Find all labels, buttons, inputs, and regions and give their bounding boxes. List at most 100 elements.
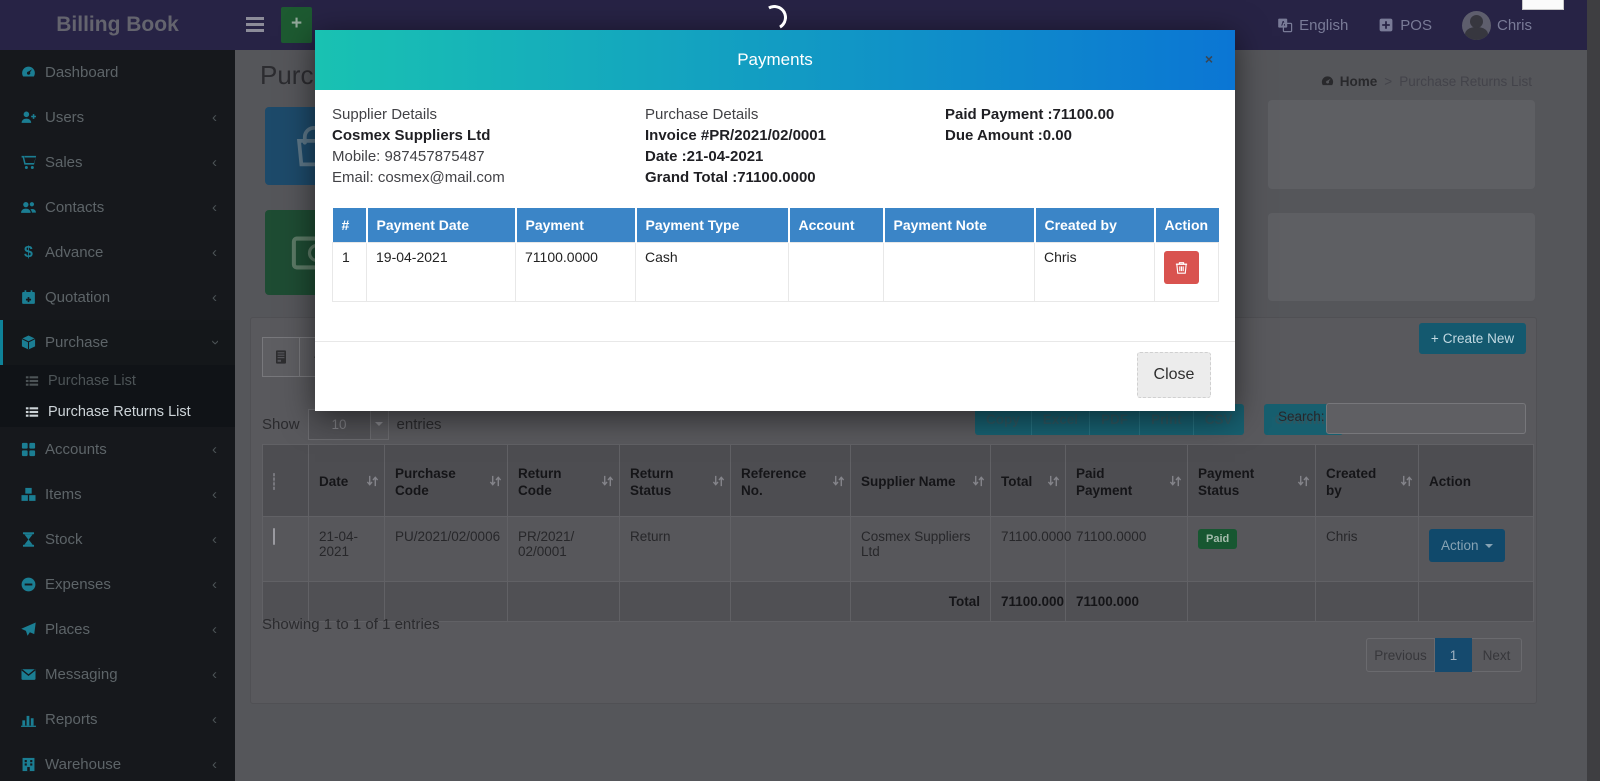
col-payment-status[interactable]: PaymentStatus — [1188, 445, 1316, 517]
delete-payment-button[interactable] — [1164, 251, 1199, 284]
trash-icon — [1174, 260, 1189, 275]
search-label: Search: — [1278, 409, 1325, 424]
purchase-details-heading: Purchase Details — [645, 104, 826, 125]
next-page-button[interactable]: Next — [1472, 638, 1522, 672]
close-button[interactable]: Close — [1137, 352, 1211, 398]
user-plus-icon — [20, 109, 37, 126]
show-label: Show — [262, 416, 300, 433]
dashboard-icon — [20, 64, 37, 81]
paid-payment: Paid Payment :71100.00 — [945, 104, 1114, 125]
sidebar-item-items[interactable]: Items ‹ — [0, 472, 235, 517]
sidebar: Dashboard Users ‹ Sales ‹ Contacts ‹ $ A… — [0, 50, 235, 781]
sidebar-item-purchase[interactable]: Purchase ‹ — [0, 320, 235, 365]
language-menu[interactable]: English — [1277, 17, 1348, 34]
col-num: # — [333, 208, 367, 243]
sort-icon — [832, 474, 845, 487]
col-account: Account — [789, 208, 884, 243]
summary-card-4 — [1268, 213, 1535, 301]
col-created-by[interactable]: Createdby — [1316, 445, 1419, 517]
select-all-checkbox[interactable] — [273, 473, 275, 490]
building-icon — [20, 756, 37, 773]
sidebar-item-purchase-list[interactable]: Purchase List — [0, 365, 235, 396]
payments-header-row: # Payment Date Payment Payment Type Acco… — [333, 208, 1219, 243]
purchase-submenu: Purchase List Purchase Returns List — [0, 365, 235, 427]
menu-icon[interactable] — [246, 17, 264, 33]
pos-button[interactable]: POS — [1378, 17, 1432, 34]
sidebar-item-expenses[interactable]: Expenses ‹ — [0, 562, 235, 607]
sort-icon — [601, 474, 614, 487]
sidebar-item-quotation[interactable]: Quotation ‹ — [0, 275, 235, 320]
cell-account — [789, 243, 884, 302]
plus-icon: + — [1431, 331, 1439, 346]
avatar — [1462, 11, 1491, 40]
sidebar-item-advance[interactable]: $ Advance ‹ — [0, 230, 235, 275]
col-return-code[interactable]: ReturnCode — [508, 445, 620, 517]
supplier-details-heading: Supplier Details — [332, 104, 505, 125]
sort-icon — [366, 474, 379, 487]
sidebar-item-warehouse[interactable]: Warehouse ‹ — [0, 742, 235, 781]
chevron-left-icon: ‹ — [212, 756, 217, 773]
box-icon — [20, 334, 37, 351]
sort-icon — [489, 474, 502, 487]
select-all-header[interactable] — [263, 445, 309, 517]
cell-total: 71100.0000 — [991, 517, 1066, 582]
user-menu[interactable]: Chris — [1462, 11, 1532, 40]
previous-page-button[interactable]: Previous — [1366, 638, 1435, 672]
cell-payment-type: Cash — [636, 243, 789, 302]
modal-footer-divider — [315, 341, 1235, 342]
sidebar-item-dashboard[interactable]: Dashboard — [0, 50, 235, 95]
row-checkbox[interactable] — [273, 528, 275, 545]
list-icon — [24, 374, 40, 388]
grid-icon — [20, 441, 37, 458]
ui-artifact — [1522, 0, 1564, 10]
col-paid-payment[interactable]: PaidPayment — [1066, 445, 1188, 517]
modal-header: Payments × — [315, 30, 1235, 90]
cell-created-by: Chris — [1035, 243, 1155, 302]
chevron-left-icon: ‹ — [212, 441, 217, 458]
row-action-button[interactable]: Action — [1429, 529, 1505, 562]
sidebar-item-reports[interactable]: Reports ‹ — [0, 697, 235, 742]
chevron-left-icon: ‹ — [212, 289, 217, 306]
cell-action — [1155, 243, 1219, 302]
sidebar-item-places[interactable]: Places ‹ — [0, 607, 235, 652]
sidebar-item-sales[interactable]: Sales ‹ — [0, 140, 235, 185]
col-total[interactable]: Total — [991, 445, 1066, 517]
close-icon[interactable]: × — [1205, 52, 1213, 66]
col-purchase-code[interactable]: PurchaseCode — [385, 445, 508, 517]
cell-date: 21-04-2021 — [309, 517, 385, 582]
scrollbar[interactable] — [1587, 0, 1600, 781]
app-brand[interactable]: Billing Book — [0, 0, 235, 50]
payments-table: # Payment Date Payment Payment Type Acco… — [332, 208, 1219, 302]
breadcrumb-home[interactable]: Home — [1320, 74, 1378, 89]
col-action: Action — [1155, 208, 1219, 243]
sidebar-item-contacts[interactable]: Contacts ‹ — [0, 185, 235, 230]
create-new-button[interactable]: + Create New — [1419, 323, 1526, 354]
page-length-select[interactable]: 10 — [308, 409, 389, 440]
sidebar-item-users[interactable]: Users ‹ — [0, 95, 235, 140]
col-date[interactable]: Date — [309, 445, 385, 517]
sidebar-item-messaging[interactable]: Messaging ‹ — [0, 652, 235, 697]
sidebar-item-purchase-returns-list[interactable]: Purchase Returns List — [0, 396, 235, 427]
translate-icon — [1277, 17, 1293, 33]
receipt-view-button[interactable] — [262, 337, 300, 377]
page-1-button[interactable]: 1 — [1435, 638, 1472, 672]
sidebar-item-accounts[interactable]: Accounts ‹ — [0, 427, 235, 472]
quick-add-button[interactable]: + — [281, 7, 312, 43]
col-return-status[interactable]: ReturnStatus — [620, 445, 731, 517]
sort-icon — [1047, 474, 1060, 487]
table-row: 21-04-2021 PU/2021/02/0006 PR/2021/02/00… — [263, 517, 1534, 582]
list-icon — [24, 405, 40, 419]
pagination: Previous 1 Next — [1366, 638, 1522, 672]
footer-total-label: Total — [851, 582, 991, 622]
cell-return-code: PR/2021/02/0001 — [508, 517, 620, 582]
search-input[interactable] — [1326, 403, 1526, 434]
hourglass-icon — [20, 531, 37, 548]
purchase-grand-total: Grand Total :71100.0000 — [645, 167, 826, 188]
sidebar-item-stock[interactable]: Stock ‹ — [0, 517, 235, 562]
cell-payment-status: Paid — [1188, 517, 1316, 582]
language-label: English — [1299, 17, 1348, 34]
payments-modal: Payments × Supplier Details Cosmex Suppl… — [315, 30, 1235, 411]
col-supplier-name[interactable]: Supplier Name — [851, 445, 991, 517]
col-reference-no[interactable]: ReferenceNo. — [731, 445, 851, 517]
chevron-left-icon: ‹ — [212, 486, 217, 503]
